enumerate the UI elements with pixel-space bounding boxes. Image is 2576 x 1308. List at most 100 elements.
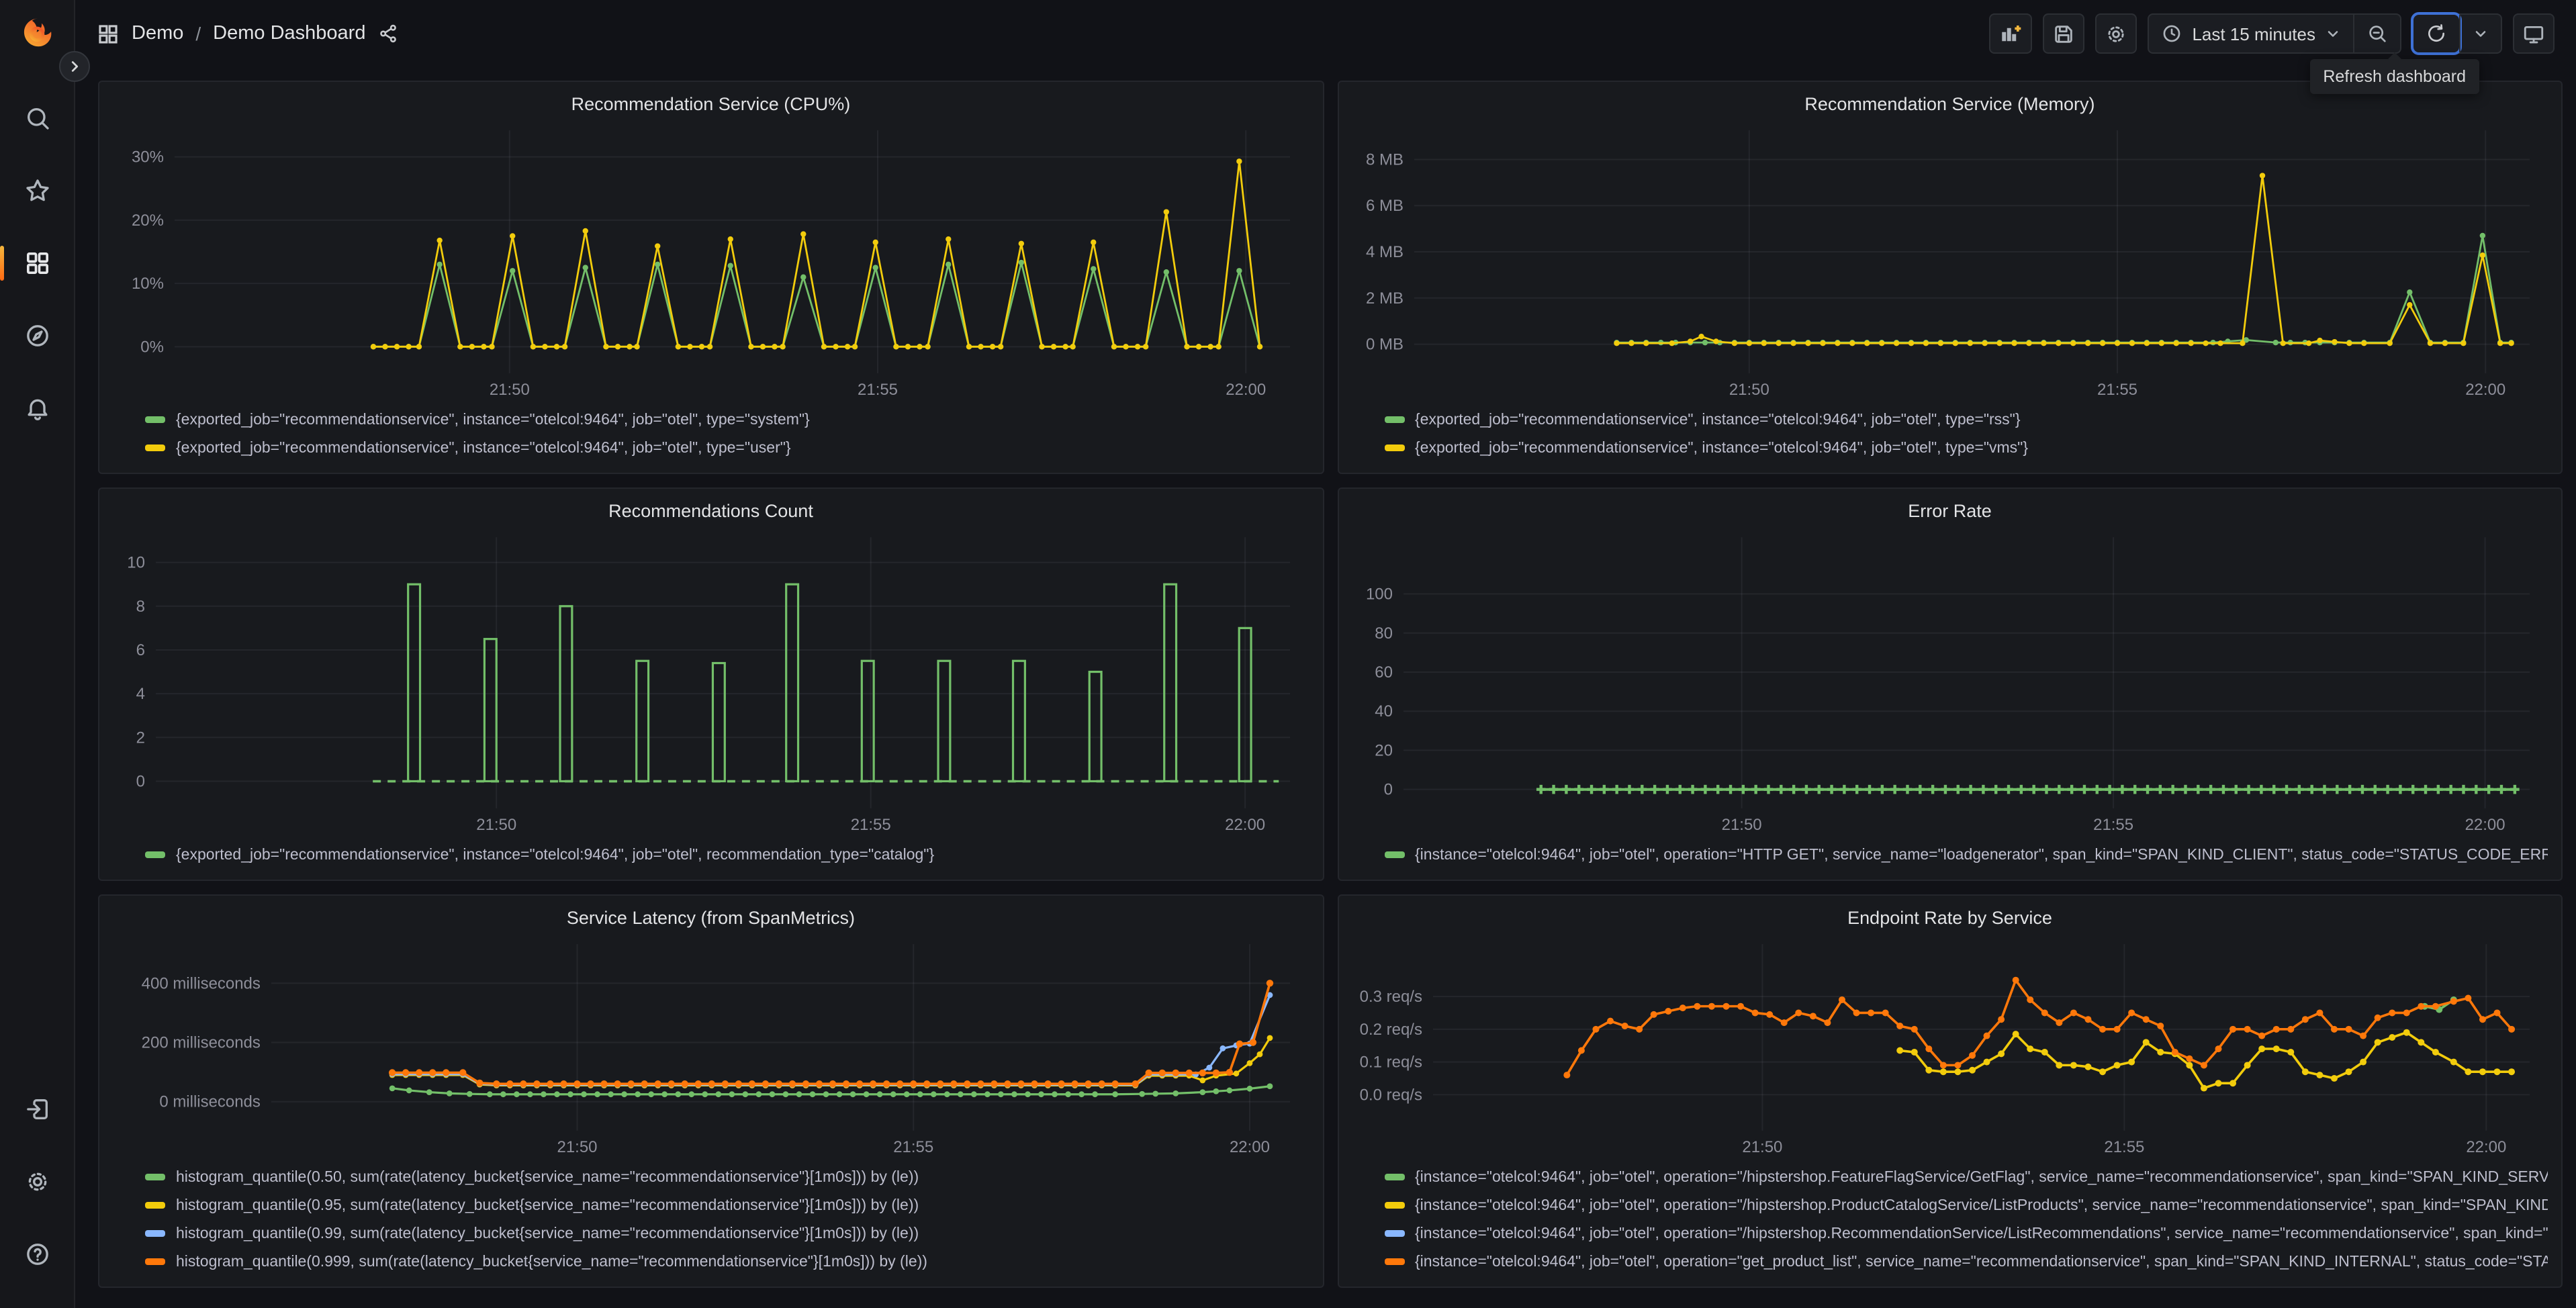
legend-swatch bbox=[1384, 1258, 1404, 1265]
svg-text:21:55: 21:55 bbox=[893, 1138, 933, 1156]
legend-item[interactable]: {exported_job="recommendationservice", i… bbox=[145, 406, 1309, 434]
legend-label: histogram_quantile(0.50, sum(rate(latenc… bbox=[176, 1169, 919, 1185]
save-icon bbox=[2055, 25, 2073, 42]
time-series-chart[interactable]: 0% 10% 20% 30% 21:50 21:55 22:00 bbox=[113, 122, 1309, 403]
svg-text:200 milliseconds: 200 milliseconds bbox=[142, 1034, 261, 1052]
dashboard-toolbar: Last 15 minutes bbox=[1989, 12, 2555, 55]
time-series-chart[interactable]: 0 milliseconds 200 milliseconds 400 millis… bbox=[113, 936, 1309, 1160]
svg-text:0 milliseconds: 0 milliseconds bbox=[159, 1093, 261, 1111]
time-series-chart[interactable]: 0 2 4 6 8 10 21:50 21:55 22:00 bbox=[113, 529, 1309, 838]
legend-item[interactable]: {instance="otelcol:9464", job="otel", op… bbox=[1384, 1219, 2548, 1248]
legend-item[interactable]: histogram_quantile(0.50, sum(rate(latenc… bbox=[145, 1163, 1309, 1191]
dashboard-settings-button[interactable] bbox=[2095, 13, 2137, 54]
svg-text:8: 8 bbox=[136, 598, 145, 616]
svg-text:0: 0 bbox=[1383, 781, 1392, 799]
svg-text:2: 2 bbox=[136, 729, 145, 747]
svg-text:60: 60 bbox=[1374, 663, 1392, 682]
time-series-chart[interactable]: 0 MB 2 MB 4 MB 6 MB 8 MB 21:50 21:55 22:00 bbox=[1352, 122, 2548, 403]
svg-text:40: 40 bbox=[1374, 702, 1392, 720]
chevron-right-icon bbox=[71, 61, 79, 72]
svg-text:8 MB: 8 MB bbox=[1365, 150, 1403, 169]
bell-icon bbox=[27, 399, 47, 420]
panel-error-rate: Error Rate 0 20 40 60 80 100 21:50 21:55 22:00 {… bbox=[1337, 487, 2563, 881]
panel-title[interactable]: Recommendations Count bbox=[113, 497, 1309, 529]
sidebar-expand-button[interactable] bbox=[59, 51, 90, 82]
legend-item[interactable]: {exported_job="recommendationservice", i… bbox=[145, 434, 1309, 462]
sidebar-item-dashboards[interactable] bbox=[0, 244, 61, 282]
time-range-label: Last 15 minutes bbox=[2192, 24, 2315, 44]
dashboard-grid-icon bbox=[99, 24, 118, 43]
sidebar-item-starred[interactable] bbox=[13, 172, 61, 209]
legend-swatch bbox=[1384, 1202, 1404, 1209]
legend-label: {exported_job="recommendationservice", i… bbox=[176, 847, 935, 863]
sidebar-item-help[interactable] bbox=[13, 1235, 61, 1273]
svg-text:21:55: 21:55 bbox=[858, 381, 898, 399]
sidebar-item-sign-in[interactable] bbox=[13, 1090, 61, 1128]
svg-text:0: 0 bbox=[136, 772, 145, 790]
legend-item[interactable]: {instance="otelcol:9464", job="otel", op… bbox=[1384, 841, 2548, 869]
legend-item[interactable]: {exported_job="recommendationservice", i… bbox=[145, 841, 1309, 869]
svg-text:20%: 20% bbox=[132, 212, 164, 230]
panel-recommendation-memory: Recommendation Service (Memory) 0 MB 2 MB… bbox=[1337, 81, 2563, 474]
legend-swatch bbox=[145, 1174, 165, 1180]
legend-item[interactable]: {instance="otelcol:9464", job="otel", op… bbox=[1384, 1248, 2548, 1276]
time-series-chart[interactable]: 0 20 40 60 80 100 21:50 21:55 22:00 bbox=[1352, 529, 2548, 838]
legend-label: {instance="otelcol:9464", job="otel", op… bbox=[1415, 1169, 2548, 1185]
panel-title[interactable]: Service Latency (from SpanMetrics) bbox=[113, 904, 1309, 936]
svg-text:21:50: 21:50 bbox=[1729, 381, 1769, 399]
sidebar-item-search[interactable] bbox=[13, 99, 61, 137]
zoom-out-button[interactable] bbox=[2354, 15, 2400, 52]
refresh-interval-dropdown[interactable] bbox=[2460, 15, 2501, 52]
legend-label: {instance="otelcol:9464", job="otel", op… bbox=[1415, 1197, 2548, 1213]
legend: {exported_job="recommendationservice", i… bbox=[113, 838, 1309, 869]
panel-title[interactable]: Recommendation Service (CPU%) bbox=[113, 90, 1309, 122]
panel-recommendation-cpu: Recommendation Service (CPU%) 0% 10% 20% 30… bbox=[98, 81, 1324, 474]
chevron-down-icon bbox=[2328, 31, 2338, 37]
legend-swatch bbox=[145, 416, 165, 423]
legend-item[interactable]: {instance="otelcol:9464", job="otel", op… bbox=[1384, 1163, 2548, 1191]
apps-icon bbox=[26, 252, 48, 274]
add-panel-icon bbox=[2002, 26, 2021, 42]
refresh-button[interactable] bbox=[2411, 12, 2462, 55]
kiosk-mode-button[interactable] bbox=[2513, 13, 2555, 54]
breadcrumb-folder[interactable]: Demo bbox=[132, 23, 183, 44]
legend-swatch bbox=[145, 445, 165, 451]
legend-label: histogram_quantile(0.95, sum(rate(latenc… bbox=[176, 1197, 919, 1213]
legend-item[interactable]: histogram_quantile(0.99, sum(rate(latenc… bbox=[145, 1219, 1309, 1248]
time-series-chart[interactable]: 0.0 req/s 0.1 req/s 0.2 req/s 0.3 req/s 21:5… bbox=[1352, 936, 2548, 1160]
star-icon bbox=[26, 179, 48, 201]
help-icon bbox=[26, 1244, 48, 1265]
sidebar-item-explore[interactable] bbox=[13, 317, 61, 355]
legend-label: {exported_job="recommendationservice", i… bbox=[176, 440, 791, 456]
svg-text:0.1 req/s: 0.1 req/s bbox=[1359, 1054, 1422, 1072]
time-range-picker[interactable]: Last 15 minutes bbox=[2149, 15, 2353, 52]
legend: {exported_job="recommendationservice", i… bbox=[113, 403, 1309, 462]
share-icon[interactable] bbox=[377, 23, 399, 44]
sidebar-item-alerting[interactable] bbox=[13, 389, 61, 427]
svg-text:10: 10 bbox=[127, 554, 145, 572]
sidebar-item-configuration[interactable] bbox=[13, 1163, 61, 1201]
legend-swatch bbox=[1384, 445, 1404, 451]
legend-item[interactable]: {exported_job="recommendationservice", i… bbox=[1384, 406, 2548, 434]
save-dashboard-button[interactable] bbox=[2043, 13, 2085, 54]
legend-item[interactable]: {instance="otelcol:9464", job="otel", op… bbox=[1384, 1191, 2548, 1219]
legend: {instance="otelcol:9464", job="otel", op… bbox=[1352, 1160, 2548, 1276]
svg-text:0.2 req/s: 0.2 req/s bbox=[1359, 1021, 1422, 1039]
svg-text:22:00: 22:00 bbox=[1226, 381, 1266, 399]
svg-text:10%: 10% bbox=[132, 275, 164, 293]
legend: {exported_job="recommendationservice", i… bbox=[1352, 403, 2548, 462]
legend-item[interactable]: histogram_quantile(0.999, sum(rate(laten… bbox=[145, 1248, 1309, 1276]
compass-icon bbox=[26, 325, 48, 346]
panel-title[interactable]: Endpoint Rate by Service bbox=[1352, 904, 2548, 936]
legend-item[interactable]: histogram_quantile(0.95, sum(rate(latenc… bbox=[145, 1191, 1309, 1219]
svg-text:30%: 30% bbox=[132, 148, 164, 167]
svg-text:0%: 0% bbox=[140, 338, 164, 356]
panel-title[interactable]: Recommendation Service (Memory) bbox=[1352, 90, 2548, 122]
breadcrumb-separator: / bbox=[195, 23, 201, 44]
svg-text:80: 80 bbox=[1374, 624, 1392, 643]
legend-item[interactable]: {exported_job="recommendationservice", i… bbox=[1384, 434, 2548, 462]
panel-title[interactable]: Error Rate bbox=[1352, 497, 2548, 529]
breadcrumb-title[interactable]: Demo Dashboard bbox=[213, 23, 365, 44]
grafana-logo[interactable] bbox=[17, 13, 57, 54]
add-panel-button[interactable] bbox=[1989, 13, 2033, 54]
